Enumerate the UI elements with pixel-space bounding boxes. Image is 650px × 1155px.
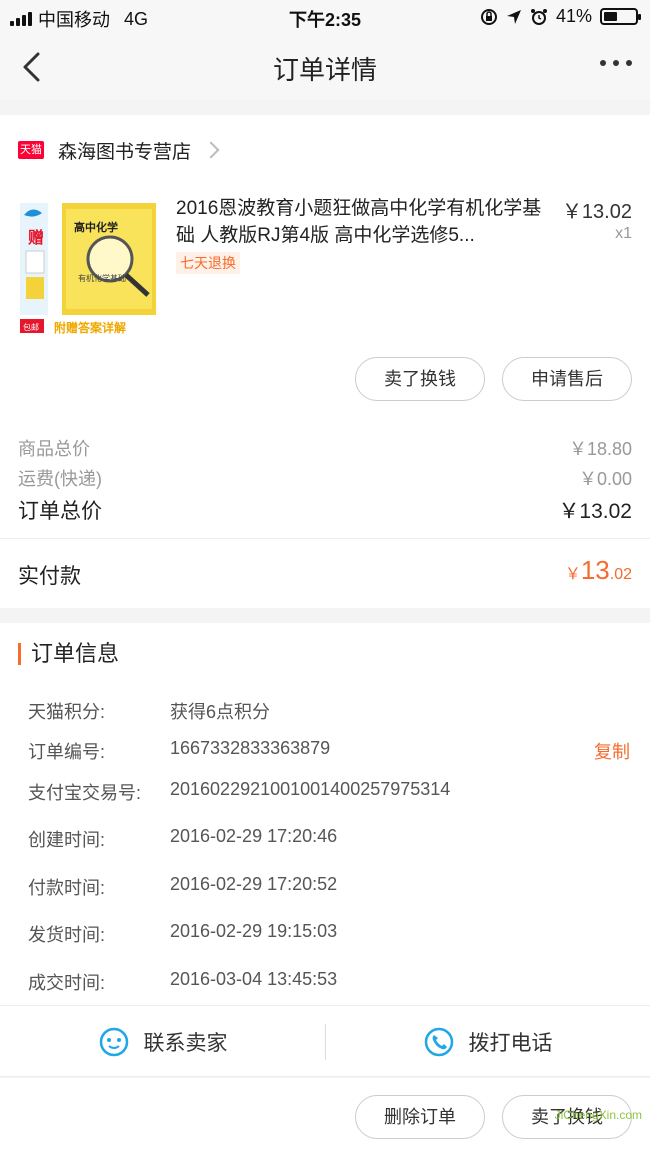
svg-text:包邮: 包邮 <box>23 322 39 332</box>
goods-total-label: 商品总价 <box>18 439 90 459</box>
more-dots-icon[interactable] <box>600 60 632 66</box>
shipping-label: 运费(快递) <box>18 469 102 489</box>
sell-for-cash-button[interactable]: 卖了换钱 <box>355 357 485 401</box>
shop-name: 森海图书专营店 <box>58 141 192 163</box>
shop-header[interactable]: 天猫 森海图书专营店 <box>0 115 650 185</box>
alarm-icon <box>530 8 547 25</box>
call-label: 拨打电话 <box>468 1032 553 1055</box>
shipping-value: ￥0.00 <box>578 469 632 489</box>
delete-order-button[interactable]: 删除订单 <box>355 1095 485 1139</box>
paid-amount-row: 实付款 ￥13.02 <box>0 538 650 608</box>
page-title: 订单详情 <box>272 55 377 85</box>
product-title[interactable]: 2016恩波教育小题狂做高中化学有机化学基础 人教版RJ第4版 高中化学选修5.… <box>176 195 546 249</box>
goods-total-value: ￥18.80 <box>568 439 632 459</box>
product-price: ￥13.02 <box>561 201 632 223</box>
order-total-label: 订单总价 <box>18 500 102 523</box>
status-bar: 中国移动 4G 下午2:35 41% <box>0 0 650 34</box>
bottom-action-bar: 删除订单 卖了换钱 JiChengXin.com <box>0 1078 650 1155</box>
battery-icon <box>600 8 641 25</box>
chat-icon <box>99 1027 128 1057</box>
order-total-value: ￥13.02 <box>558 500 632 523</box>
chevron-right-icon <box>202 141 220 159</box>
battery-percent: 41% <box>555 6 592 26</box>
svg-text:有机化学基础: 有机化学基础 <box>78 273 126 283</box>
watermark: JiChengXin.com <box>554 1108 642 1122</box>
svg-text:高中化学: 高中化学 <box>74 220 118 234</box>
svg-text:赠: 赠 <box>28 228 44 247</box>
apply-after-sale-button[interactable]: 申请售后 <box>502 357 632 401</box>
seven-day-return-tag: 七天退换 <box>176 252 240 274</box>
order-info-card: 订单信息 天猫积分: 获得6点积分 订单编号: 1667332833363879… <box>0 623 650 1005</box>
order-total-row: 订单总价 ￥13.02 <box>18 495 632 525</box>
paid-label: 实付款 <box>18 565 81 588</box>
location-icon <box>506 9 521 24</box>
paid-value: ￥13.02 <box>564 555 632 585</box>
product-quantity: x1 <box>615 225 632 242</box>
copy-button[interactable]: 复制 <box>594 738 630 764</box>
tmall-badge: 天猫 <box>18 141 44 159</box>
book-cover-image: 赠 高中化学 有机化学基础 包邮 附赠答案详解 <box>18 201 158 341</box>
goods-total-row: 商品总价 ￥18.80 <box>18 435 632 461</box>
order-product-card: 天猫 森海图书专营店 赠 高中化学 有机化学基础 包邮 附赠答案详解 2016恩… <box>0 115 650 538</box>
rotation-lock-icon <box>480 8 497 25</box>
contact-seller-button[interactable]: 联系卖家 <box>0 1006 325 1078</box>
product-thumbnail[interactable]: 赠 高中化学 有机化学基础 包邮 附赠答案详解 <box>18 201 158 341</box>
nav-bar: 订单详情 <box>0 34 650 100</box>
order-info-title: 订单信息 <box>18 643 119 665</box>
phone-icon <box>424 1027 453 1057</box>
shipping-row: 运费(快递) ￥0.00 <box>18 465 632 491</box>
call-button[interactable]: 拨打电话 <box>325 1006 650 1078</box>
contact-seller-label: 联系卖家 <box>143 1032 228 1055</box>
svg-text:附赠答案详解: 附赠答案详解 <box>54 320 126 335</box>
contact-actions: 联系卖家 拨打电话 <box>0 1005 650 1077</box>
